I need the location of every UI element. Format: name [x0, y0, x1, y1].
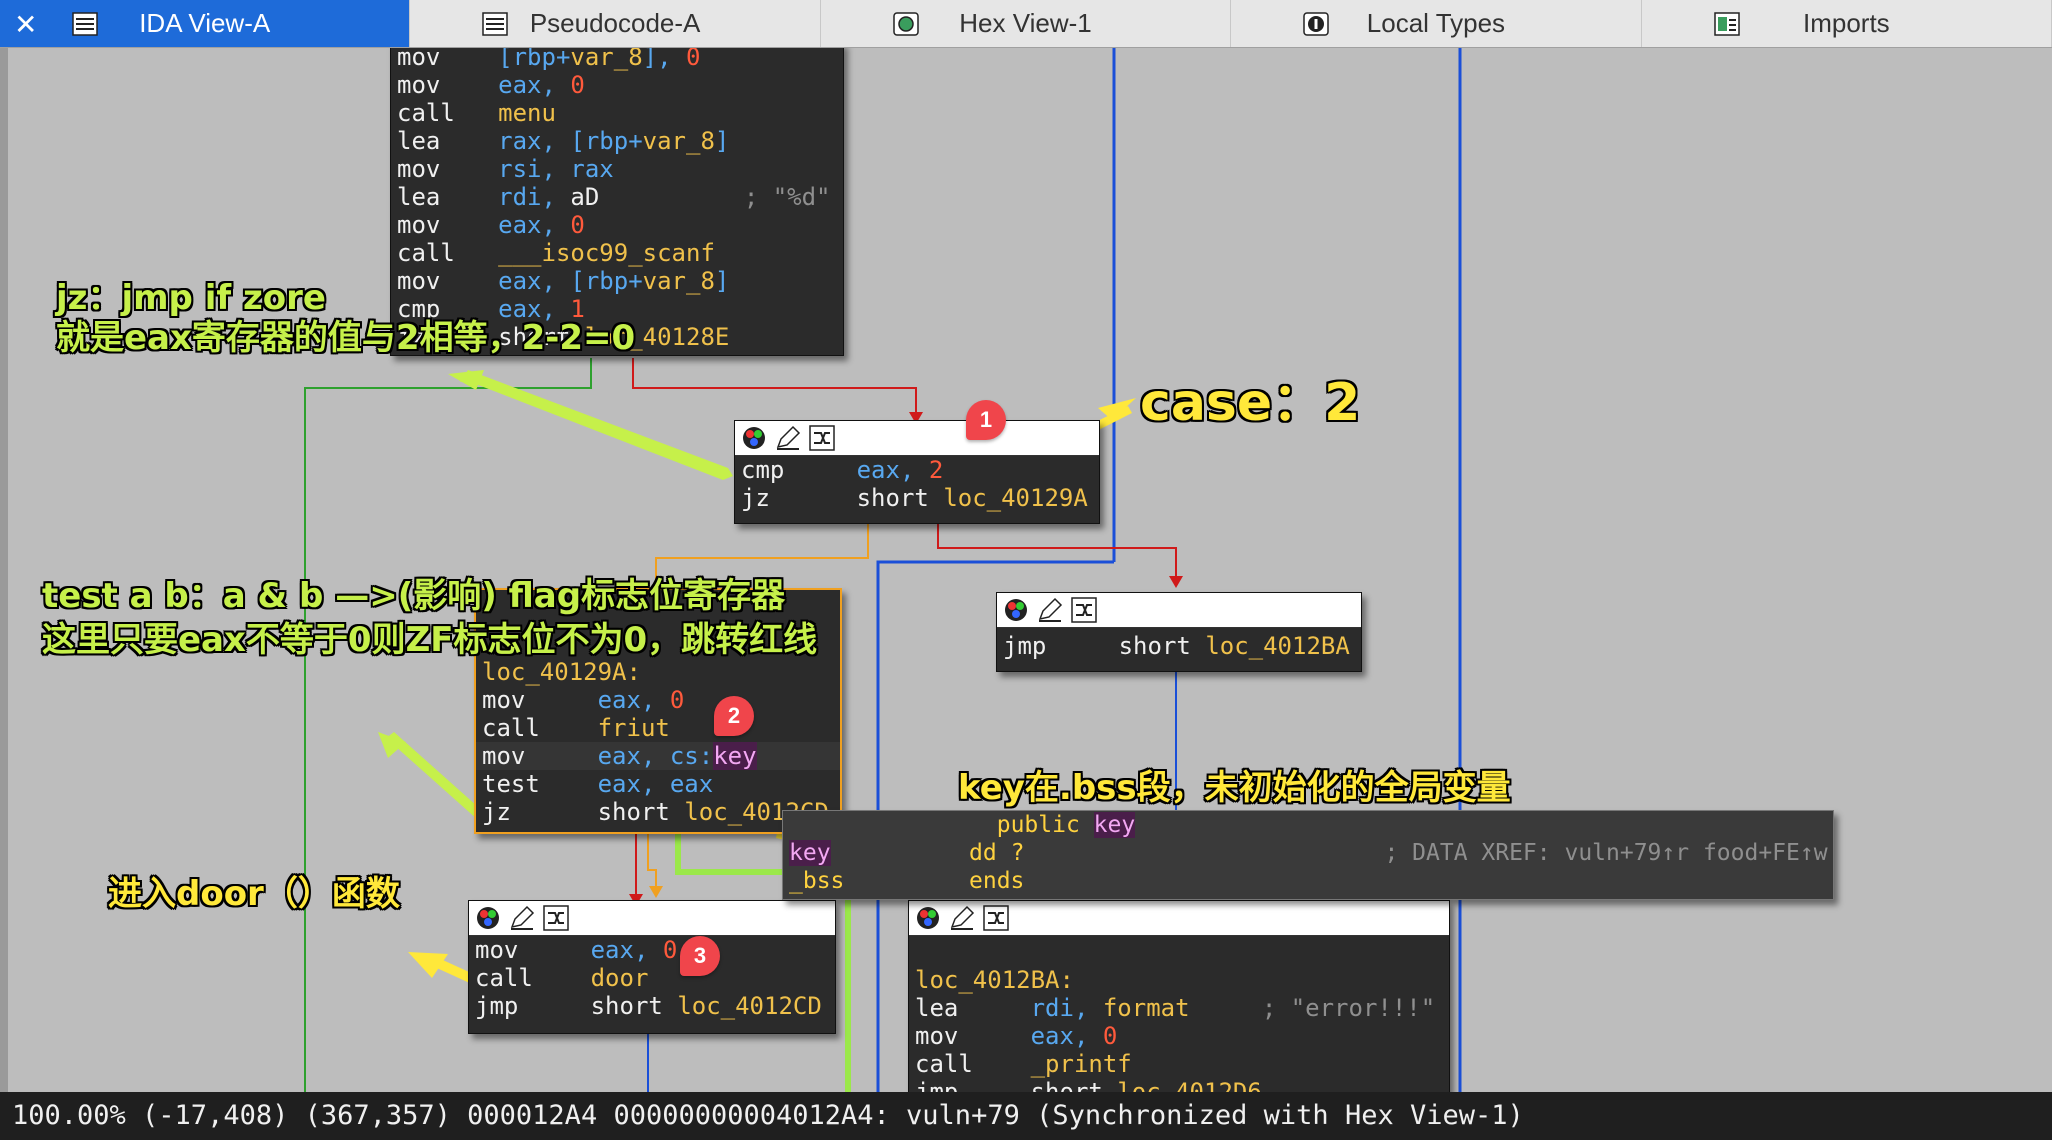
tab-ida-view-a[interactable]: ✕ IDA View-A: [0, 0, 411, 47]
annotation-door: 进入door（）函数: [108, 874, 400, 914]
popup-line: key dd ? ; DATA XREF: vuln+79↑r food+FE↑…: [789, 840, 1828, 866]
left-gutter: [0, 48, 8, 1092]
annotation-text: test a b：a & b —>(影响) flag标志位寄存器: [42, 576, 786, 616]
asm-line[interactable]: call _printf: [909, 1050, 1449, 1078]
asm-line[interactable]: mov eax, 0: [476, 686, 840, 714]
color-picker-icon[interactable]: [741, 425, 767, 451]
code-block-loc-4012ba[interactable]: loc_4012BA: lea rdi, format ; "error!!!"…: [908, 900, 1450, 1092]
asm-line[interactable]: jmp short loc_4012BA: [997, 632, 1361, 660]
tab-hex-view-1[interactable]: Hex View-1: [821, 0, 1232, 47]
tab-bar: ✕ IDA View-A Pseudocode-A Hex View-1 Loc…: [0, 0, 2052, 48]
tab-imports[interactable]: Imports: [1642, 0, 2052, 47]
annotation-text: 这里只要eax不等于0则ZF标志位不为0，跳转红线: [42, 620, 818, 660]
color-picker-icon[interactable]: [915, 905, 941, 931]
asm-line[interactable]: call menu: [391, 99, 843, 127]
asm-line[interactable]: jz short loc_40129A: [735, 484, 1099, 512]
group-nodes-icon[interactable]: [983, 905, 1009, 931]
asm-line[interactable]: call door: [469, 964, 835, 992]
xref-hint-popup: public key key dd ? ; DATA XREF: vuln+79…: [782, 810, 1834, 900]
tab-label: Pseudocode-A: [529, 8, 701, 38]
imports-icon: [1713, 12, 1740, 36]
code-block-jmp[interactable]: jmp short loc_4012BA: [996, 592, 1362, 672]
popup-line: _bss ends: [789, 868, 1025, 894]
color-picker-icon[interactable]: [1003, 597, 1029, 623]
tab-label: Hex View-1: [959, 8, 1092, 38]
tab-label: IDA View-A: [139, 8, 271, 38]
asm-line[interactable]: mov eax, 0: [391, 211, 843, 239]
block-header: [997, 593, 1361, 628]
edit-icon[interactable]: [949, 905, 975, 931]
annotation-jz: jz：jmp if zore 就是eax寄存器的值与2相等，2-2=0: [56, 278, 635, 358]
block-header: [909, 901, 1449, 936]
annotation-key-bss: key在.bss段，未初始化的全局变量: [958, 768, 1511, 808]
graph-canvas[interactable]: mov [rbp+var_8], 0 mov eax, 0 call menu …: [8, 48, 2052, 1092]
step-badge-2: 2: [714, 696, 754, 736]
asm-line[interactable]: mov eax, 0: [909, 1022, 1449, 1050]
asm-line[interactable]: mov eax, 0: [391, 71, 843, 99]
asm-line[interactable]: test eax, eax: [476, 770, 840, 798]
annotation-text: jz：jmp if zore: [56, 278, 326, 318]
local-types-icon: [1303, 12, 1329, 36]
block-label[interactable]: loc_4012BA:: [909, 966, 1449, 994]
color-picker-icon[interactable]: [475, 905, 501, 931]
asm-line[interactable]: lea rdi, format ; "error!!!": [909, 994, 1449, 1022]
edit-icon[interactable]: [1037, 597, 1063, 623]
annotation-test: test a b：a & b —>(影响) flag标志位寄存器 这里只要eax…: [42, 574, 817, 662]
step-badge-1: 1: [966, 400, 1006, 440]
tab-local-types[interactable]: Local Types: [1231, 0, 1642, 47]
asm-line[interactable]: mov [rbp+var_8], 0: [391, 48, 843, 71]
asm-line[interactable]: cmp eax, 2: [735, 456, 1099, 484]
pseudocode-icon: [482, 12, 509, 36]
code-block-door[interactable]: mov eax, 0 call door jmp short loc_4012C…: [468, 900, 836, 1034]
block-header: [735, 421, 1099, 456]
asm-line[interactable]: mov eax, cs:key: [476, 742, 840, 770]
group-nodes-icon[interactable]: [1071, 597, 1097, 623]
asm-line[interactable]: mov eax, 0: [469, 936, 835, 964]
asm-line[interactable]: jmp short loc_4012CD: [469, 992, 835, 1020]
block-header: [469, 901, 835, 936]
graph-view-icon: [72, 12, 98, 36]
tab-pseudocode-a[interactable]: Pseudocode-A: [410, 0, 821, 47]
tab-label: Local Types: [1366, 8, 1506, 38]
close-icon[interactable]: ✕: [14, 8, 37, 41]
asm-line[interactable]: call friut: [476, 714, 840, 742]
asm-line[interactable]: call ___isoc99_scanf: [391, 239, 843, 267]
annotation-case: case：2: [1140, 373, 1361, 433]
status-bar: 100.00% (-17,408) (367,357) 000012A4 000…: [0, 1092, 2052, 1140]
edit-icon[interactable]: [775, 425, 801, 451]
tab-label: Imports: [1802, 8, 1890, 38]
edit-icon[interactable]: [509, 905, 535, 931]
popup-line: public key: [996, 812, 1136, 838]
asm-line[interactable]: mov rsi, rax: [391, 155, 843, 183]
annotation-text: 就是eax寄存器的值与2相等，2-2=0: [56, 318, 636, 358]
group-nodes-icon[interactable]: [809, 425, 835, 451]
hex-view-icon: [893, 12, 919, 36]
asm-line[interactable]: lea rdi, aD ; "%d": [391, 183, 843, 211]
group-nodes-icon[interactable]: [543, 905, 569, 931]
asm-line[interactable]: jmp short loc_4012D6: [909, 1078, 1449, 1092]
code-block-cmp2[interactable]: cmp eax, 2 jz short loc_40129A: [734, 420, 1100, 524]
block-label[interactable]: loc_40129A:: [476, 658, 840, 686]
step-badge-3: 3: [680, 936, 720, 976]
asm-line[interactable]: lea rax, [rbp+var_8]: [391, 127, 843, 155]
